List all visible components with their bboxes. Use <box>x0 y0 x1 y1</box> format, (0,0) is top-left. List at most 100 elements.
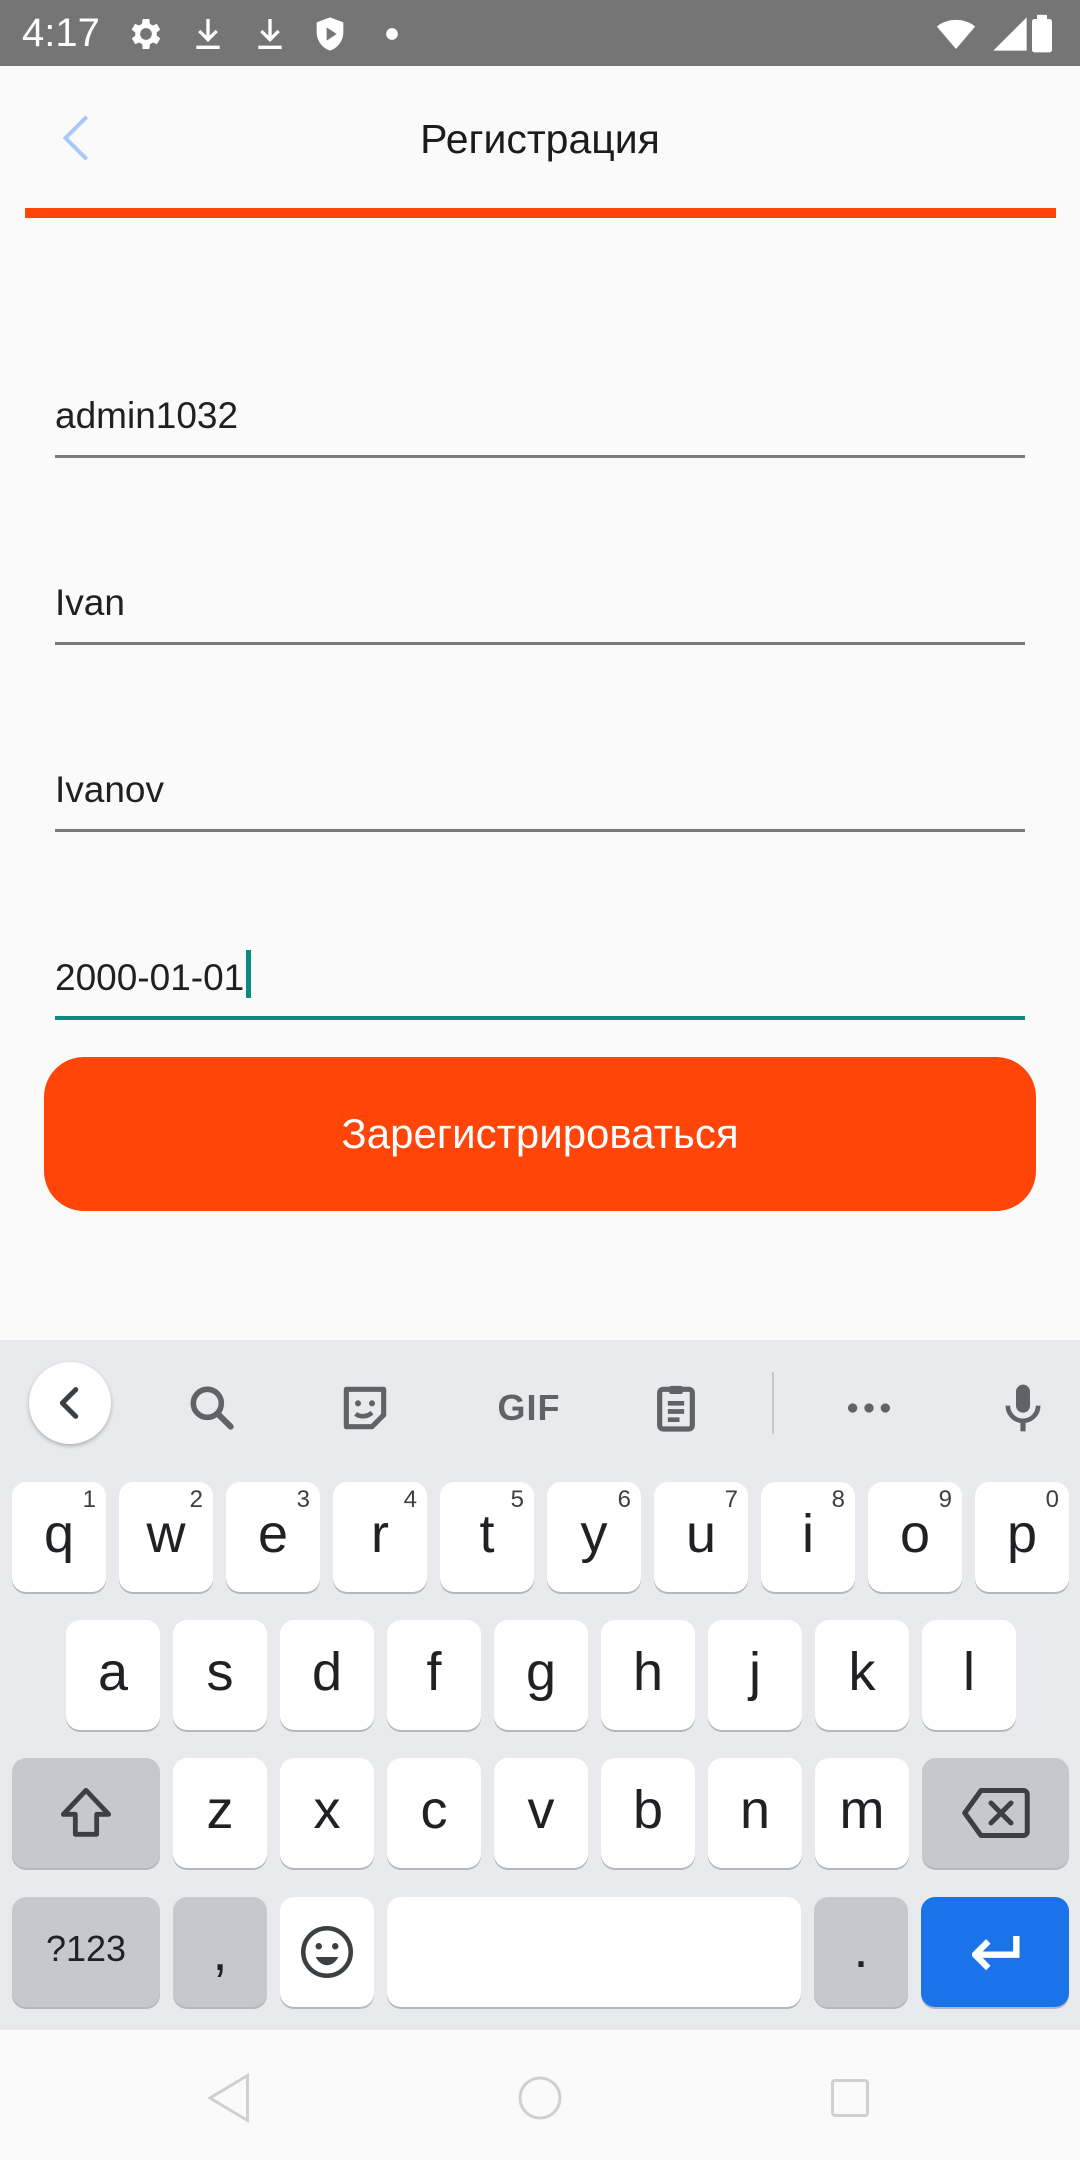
key-hint: 0 <box>1045 1486 1059 1513</box>
key-hint: 2 <box>189 1486 203 1513</box>
last-name-value: Ivanov <box>55 769 165 810</box>
key-x[interactable]: x <box>280 1758 374 1868</box>
keyboard-gif-button[interactable]: GIF <box>479 1368 579 1448</box>
status-bar: 4:17 <box>0 0 1080 66</box>
key-u[interactable]: u7 <box>654 1482 748 1592</box>
page-title: Регистрация <box>420 116 660 162</box>
login-field[interactable]: admin1032 <box>55 368 1025 458</box>
nav-home-button[interactable] <box>510 2068 570 2128</box>
birth-date-value: 2000-01-01 <box>55 957 245 998</box>
key-l[interactable]: l <box>922 1620 1016 1730</box>
keyboard-clipboard-button[interactable] <box>636 1368 716 1448</box>
more-icon <box>848 1403 890 1413</box>
keyboard-toolbar: GIF <box>0 1340 1080 1470</box>
home-circle-icon <box>518 2076 562 2120</box>
field-underline <box>55 455 1025 458</box>
key-t[interactable]: t5 <box>440 1482 534 1592</box>
key-label: w <box>146 1504 186 1564</box>
key-w[interactable]: w2 <box>119 1482 213 1592</box>
clipboard-icon <box>657 1385 695 1432</box>
key-k[interactable]: k <box>815 1620 909 1730</box>
key-label: t <box>479 1504 495 1564</box>
period-key[interactable]: . <box>814 1897 908 2007</box>
key-g[interactable]: g <box>494 1620 588 1730</box>
key-hint: 4 <box>403 1486 417 1513</box>
key-c[interactable]: c <box>387 1758 481 1868</box>
keyboard-sticker-button[interactable] <box>325 1368 405 1448</box>
backspace-key[interactable] <box>922 1758 1069 1868</box>
nav-back-button[interactable] <box>200 2068 260 2128</box>
key-i[interactable]: i8 <box>761 1482 855 1592</box>
key-z[interactable]: z <box>173 1758 267 1868</box>
key-hint: 1 <box>82 1486 96 1513</box>
key-r[interactable]: r4 <box>333 1482 427 1592</box>
key-label: y <box>580 1504 608 1564</box>
keyboard-collapse-button[interactable] <box>29 1362 111 1444</box>
key-o[interactable]: o9 <box>868 1482 962 1592</box>
mic-icon <box>1005 1384 1041 1432</box>
first-name-field[interactable]: Ivan <box>55 555 1025 645</box>
key-m[interactable]: m <box>815 1758 909 1868</box>
key-hint: 6 <box>617 1486 631 1513</box>
wifi-icon <box>936 14 976 54</box>
gif-label: GIF <box>497 1387 561 1428</box>
symbols-key[interactable]: ?123 <box>12 1897 160 2007</box>
last-name-field[interactable]: Ivanov <box>55 742 1025 832</box>
key-label: p <box>1006 1504 1038 1564</box>
field-underline <box>55 1016 1025 1020</box>
key-p[interactable]: p0 <box>975 1482 1069 1592</box>
key-label: u <box>685 1504 717 1564</box>
key-s[interactable]: s <box>173 1620 267 1730</box>
key-d[interactable]: d <box>280 1620 374 1730</box>
first-name-value: Ivan <box>55 582 125 623</box>
register-button[interactable]: Зарегистрироваться <box>44 1057 1036 1211</box>
key-v[interactable]: v <box>494 1758 588 1868</box>
comma-key[interactable]: , <box>173 1897 267 2007</box>
key-n[interactable]: n <box>708 1758 802 1868</box>
key-hint: 3 <box>296 1486 310 1513</box>
key-f[interactable]: f <box>387 1620 481 1730</box>
keyboard-more-button[interactable] <box>829 1368 909 1448</box>
toolbar-separator <box>772 1372 774 1434</box>
shift-key[interactable] <box>12 1758 160 1868</box>
key-q[interactable]: q1 <box>12 1482 106 1592</box>
key-h[interactable]: h <box>601 1620 695 1730</box>
status-time: 4:17 <box>22 11 100 55</box>
key-label: e <box>257 1504 289 1564</box>
keyboard-search-button[interactable] <box>172 1368 252 1448</box>
battery-icon <box>1030 14 1060 54</box>
key-j[interactable]: j <box>708 1620 802 1730</box>
shield-play-icon <box>310 14 350 54</box>
nav-recents-button[interactable] <box>820 2068 880 2128</box>
field-underline <box>55 829 1025 832</box>
emoji-icon <box>301 1926 353 1978</box>
birth-date-line: 2000-01-01 <box>55 950 252 1000</box>
app-bar: Регистрация <box>0 66 1080 216</box>
key-label: q <box>43 1504 75 1564</box>
field-underline <box>55 642 1025 645</box>
key-y[interactable]: y6 <box>547 1482 641 1592</box>
birth-date-field[interactable]: 2000-01-01 <box>55 930 1025 1020</box>
key-hint: 7 <box>724 1486 738 1513</box>
backspace-icon <box>961 1788 1030 1838</box>
keyboard-voice-button[interactable] <box>983 1368 1063 1448</box>
enter-key[interactable] <box>921 1897 1069 2007</box>
download-icon <box>250 14 290 54</box>
key-e[interactable]: e3 <box>226 1482 320 1592</box>
signal-icon <box>990 14 1030 54</box>
key-a[interactable]: a <box>66 1620 160 1730</box>
text-cursor <box>246 950 252 998</box>
emoji-key[interactable] <box>280 1897 374 2007</box>
key-label: r <box>371 1504 389 1564</box>
chevron-left-icon <box>59 1387 79 1419</box>
key-label: i <box>802 1504 814 1564</box>
download-icon <box>188 14 228 54</box>
login-value: admin1032 <box>55 395 239 436</box>
key-b[interactable]: b <box>601 1758 695 1868</box>
header-divider <box>25 208 1056 218</box>
key-label: o <box>899 1504 931 1564</box>
key-hint: 5 <box>510 1486 524 1513</box>
space-key[interactable] <box>387 1897 801 2007</box>
soft-keyboard: GIF q1 w2 e3 r4 t5 y6 u7 i8 o9 p0 a s d … <box>0 1340 1080 2030</box>
recents-square-icon <box>831 2079 869 2117</box>
